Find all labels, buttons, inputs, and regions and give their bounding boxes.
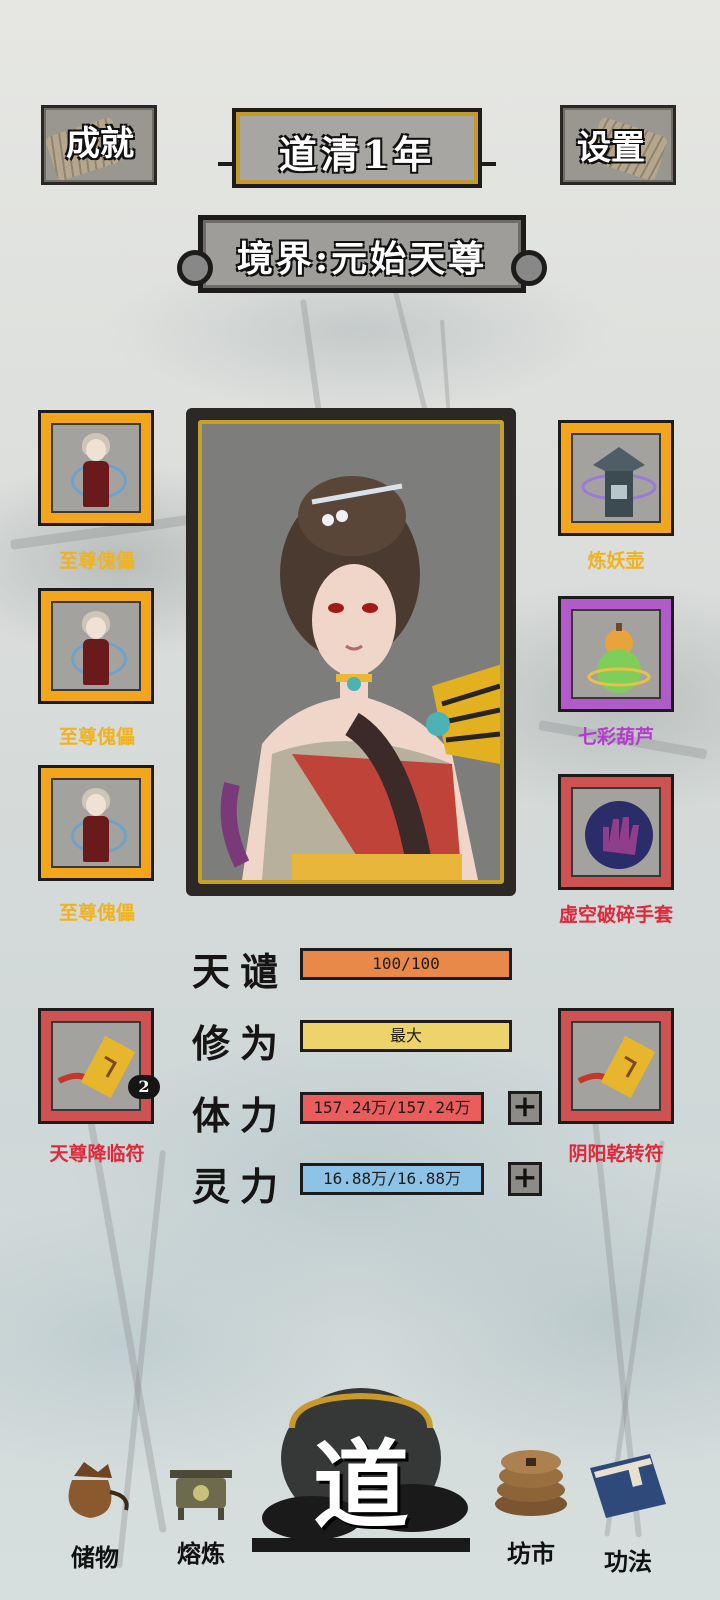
nav-skills-label: 功法: [604, 1547, 652, 1576]
cultivation-bar: 最大: [300, 1020, 512, 1052]
realm-plate: 境界:元始天尊: [177, 215, 547, 293]
stamina-value: 157.24万/157.24万: [313, 1098, 471, 1117]
achievements-label: 成就: [66, 124, 134, 164]
equipment-name: 至尊傀儡: [58, 902, 135, 924]
equipment-name: 虚空破碎手套: [558, 904, 673, 926]
era-label: 道清1年: [278, 132, 436, 177]
nav-storage[interactable]: 储物: [50, 1452, 140, 1572]
equipment-name: 炼妖壶: [587, 550, 645, 572]
realm-label: 境界:元始天尊: [236, 238, 488, 280]
tribulation-label: 天谴: [192, 949, 289, 994]
stamina-label: 体力: [192, 1093, 289, 1138]
settings-label: 设置: [577, 128, 645, 168]
character-illustration: [220, 476, 500, 880]
nav-smelt-label: 熔炼: [177, 1539, 225, 1568]
stamina-bar: 157.24万/157.24万: [300, 1092, 484, 1124]
book-icon: [590, 1454, 666, 1518]
equipment-slot-left-2[interactable]: [38, 588, 154, 704]
spirit-label: 灵力: [192, 1164, 289, 1209]
add-spirit-button[interactable]: +: [508, 1162, 542, 1196]
achievements-button[interactable]: 成就: [41, 105, 157, 185]
plate-rod: [218, 162, 236, 166]
era-plate: 道清1年: [218, 108, 496, 188]
talisman-name: 阴阳乾转符: [568, 1143, 664, 1165]
nav-skills[interactable]: 功法: [580, 1450, 676, 1582]
equipment-name: 至尊傀儡: [58, 726, 135, 748]
talisman-icon: [57, 1036, 136, 1098]
dao-main-button[interactable]: 道: [252, 1388, 470, 1564]
talisman-name: 天尊降临符: [49, 1143, 145, 1165]
dao-label: 道: [313, 1429, 409, 1542]
equipment-slot-left-3[interactable]: [38, 765, 154, 881]
character-portrait: [186, 408, 516, 896]
equipment-slot-left-1[interactable]: [38, 410, 154, 526]
settings-button[interactable]: 设置: [560, 105, 676, 185]
nav-market-label: 坊市: [507, 1539, 555, 1568]
puppet-icon: [71, 433, 127, 517]
tribulation-bar: 100/100: [300, 948, 512, 980]
gourd-icon: [587, 623, 651, 693]
nav-market[interactable]: 坊市: [486, 1430, 576, 1582]
spirit-bar: 16.88万/16.88万: [300, 1163, 484, 1195]
puppet-icon: [71, 788, 127, 872]
equipment-slot-right-3[interactable]: [558, 774, 674, 890]
nav-smelt[interactable]: 熔炼: [156, 1460, 246, 1572]
equipment-name: 至尊傀儡: [58, 550, 135, 572]
equipment-name: 七彩葫芦: [577, 726, 654, 748]
coins-icon: [495, 1450, 567, 1516]
demon-pot-icon: [581, 447, 657, 517]
void-glove-icon: [585, 801, 653, 869]
bag-icon: [68, 1462, 129, 1518]
plate-rod: [478, 162, 496, 166]
equipment-slot-right-2[interactable]: [558, 596, 674, 712]
cauldron-icon: [170, 1470, 232, 1520]
spirit-value: 16.88万/16.88万: [323, 1169, 461, 1188]
talisman-slot-left[interactable]: [38, 1008, 154, 1124]
tribulation-value: 100/100: [372, 954, 440, 973]
add-stamina-button[interactable]: +: [508, 1091, 542, 1125]
talisman-count-badge: 2: [128, 1075, 160, 1099]
cultivation-value: 最大: [389, 1026, 422, 1045]
puppet-icon: [71, 611, 127, 695]
nav-storage-label: 储物: [71, 1543, 119, 1572]
talisman-icon: [577, 1036, 656, 1098]
talisman-slot-right[interactable]: [558, 1008, 674, 1124]
equipment-slot-right-1[interactable]: [558, 420, 674, 536]
cultivation-label: 修为: [192, 1021, 289, 1066]
